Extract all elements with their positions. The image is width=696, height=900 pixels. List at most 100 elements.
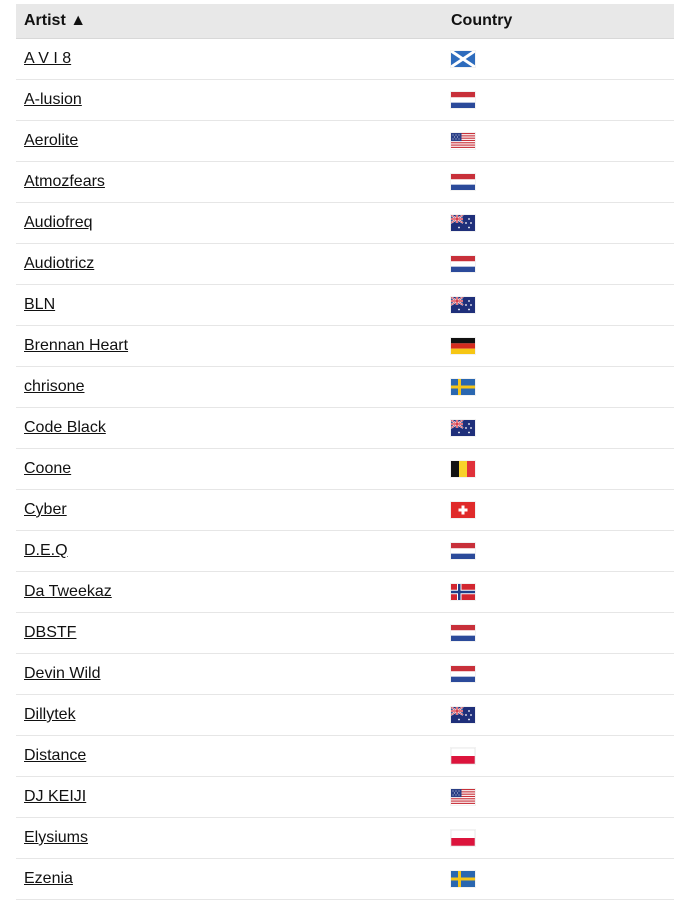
artist-link[interactable]: Audiotricz [24, 255, 94, 272]
artist-table: Artist ▲ Country A V I 8 A-lusion Aerolite… [16, 4, 674, 900]
table-header: Artist ▲ Country [16, 4, 674, 39]
country-column-header[interactable]: Country [451, 12, 512, 30]
table-row: BLN [16, 285, 674, 326]
artist-column-header[interactable]: Artist ▲ [16, 12, 451, 30]
table-row: Coone [16, 449, 674, 490]
artist-cell: Distance [16, 747, 451, 765]
netherlands-flag-icon [451, 666, 475, 682]
table-row: Distance [16, 736, 674, 777]
country-cell [451, 92, 674, 108]
usa-flag-icon [451, 789, 475, 805]
table-row: A V I 8 [16, 39, 674, 80]
table-row: Da Tweekaz [16, 572, 674, 613]
country-cell [451, 666, 674, 682]
artist-cell: Da Tweekaz [16, 583, 451, 601]
country-cell [451, 379, 674, 395]
table-row: Audiofreq [16, 203, 674, 244]
artist-cell: Ezenia [16, 870, 451, 888]
table-row: Audiotricz [16, 244, 674, 285]
artist-link[interactable]: Audiofreq [24, 214, 93, 231]
switzerland-flag-icon [451, 502, 475, 518]
artist-link[interactable]: A-lusion [24, 91, 82, 108]
australia-flag-icon [451, 707, 475, 723]
netherlands-flag-icon [451, 625, 475, 641]
country-cell [451, 502, 674, 518]
scotland-flag-icon [451, 51, 475, 67]
artist-link[interactable]: Devin Wild [24, 665, 100, 682]
country-cell [451, 420, 674, 436]
artist-cell: Brennan Heart [16, 337, 451, 355]
country-cell [451, 748, 674, 764]
country-cell [451, 51, 674, 67]
artist-cell: Audiofreq [16, 214, 451, 232]
norway-flag-icon [451, 584, 475, 600]
country-cell [451, 215, 674, 231]
artist-link[interactable]: Cyber [24, 501, 67, 518]
country-cell [451, 871, 674, 887]
table-row: Aerolite [16, 121, 674, 162]
table-row: A-lusion [16, 80, 674, 121]
usa-flag-icon [451, 133, 475, 149]
artist-link[interactable]: BLN [24, 296, 55, 313]
artist-cell: Atmozfears [16, 173, 451, 191]
artist-cell: D.E.Q [16, 542, 451, 560]
country-cell [451, 789, 674, 805]
country-cell [451, 543, 674, 559]
country-cell [451, 707, 674, 723]
artist-cell: Cyber [16, 501, 451, 519]
country-cell [451, 461, 674, 477]
germany-flag-icon [451, 338, 475, 354]
table-row: DBSTF [16, 613, 674, 654]
netherlands-flag-icon [451, 543, 475, 559]
country-cell [451, 133, 674, 149]
country-cell [451, 830, 674, 846]
artist-cell: Code Black [16, 419, 451, 437]
table-row: chrisone [16, 367, 674, 408]
artist-cell: Devin Wild [16, 665, 451, 683]
table-row: Code Black [16, 408, 674, 449]
netherlands-flag-icon [451, 256, 475, 272]
artist-link[interactable]: Atmozfears [24, 173, 105, 190]
artist-link[interactable]: Code Black [24, 419, 106, 436]
country-cell [451, 174, 674, 190]
country-cell [451, 256, 674, 272]
artist-cell: Coone [16, 460, 451, 478]
artist-cell: A V I 8 [16, 50, 451, 68]
table-row: Dillytek [16, 695, 674, 736]
artist-link[interactable]: Coone [24, 460, 71, 477]
artist-cell: Dillytek [16, 706, 451, 724]
artist-link[interactable]: D.E.Q [24, 542, 68, 559]
artist-link[interactable]: Ezenia [24, 870, 73, 887]
australia-flag-icon [451, 215, 475, 231]
artist-link[interactable]: chrisone [24, 378, 84, 395]
artist-cell: Audiotricz [16, 255, 451, 273]
artist-cell: BLN [16, 296, 451, 314]
table-body: A V I 8 A-lusion Aerolite Atmozfears Audiof… [16, 39, 674, 900]
poland-flag-icon [451, 748, 475, 764]
artist-link[interactable]: DBSTF [24, 624, 76, 641]
table-row: Elysiums [16, 818, 674, 859]
artist-link[interactable]: Brennan Heart [24, 337, 128, 354]
netherlands-flag-icon [451, 174, 475, 190]
artist-link[interactable]: Da Tweekaz [24, 583, 112, 600]
artist-link[interactable]: A V I 8 [24, 50, 71, 67]
table-row: Devin Wild [16, 654, 674, 695]
sweden-flag-icon [451, 379, 475, 395]
table-row: Ezenia [16, 859, 674, 900]
artist-link[interactable]: Elysiums [24, 829, 88, 846]
artist-cell: Elysiums [16, 829, 451, 847]
artist-link[interactable]: Dillytek [24, 706, 76, 723]
country-cell [451, 338, 674, 354]
table-row: DJ KEIJI [16, 777, 674, 818]
artist-link[interactable]: Aerolite [24, 132, 78, 149]
table-row: Atmozfears [16, 162, 674, 203]
belgium-flag-icon [451, 461, 475, 477]
table-row: D.E.Q [16, 531, 674, 572]
artist-link[interactable]: DJ KEIJI [24, 788, 86, 805]
country-cell [451, 625, 674, 641]
artist-cell: DJ KEIJI [16, 788, 451, 806]
australia-flag-icon [451, 420, 475, 436]
artist-link[interactable]: Distance [24, 747, 86, 764]
artist-cell: A-lusion [16, 91, 451, 109]
australia-flag-icon [451, 297, 475, 313]
